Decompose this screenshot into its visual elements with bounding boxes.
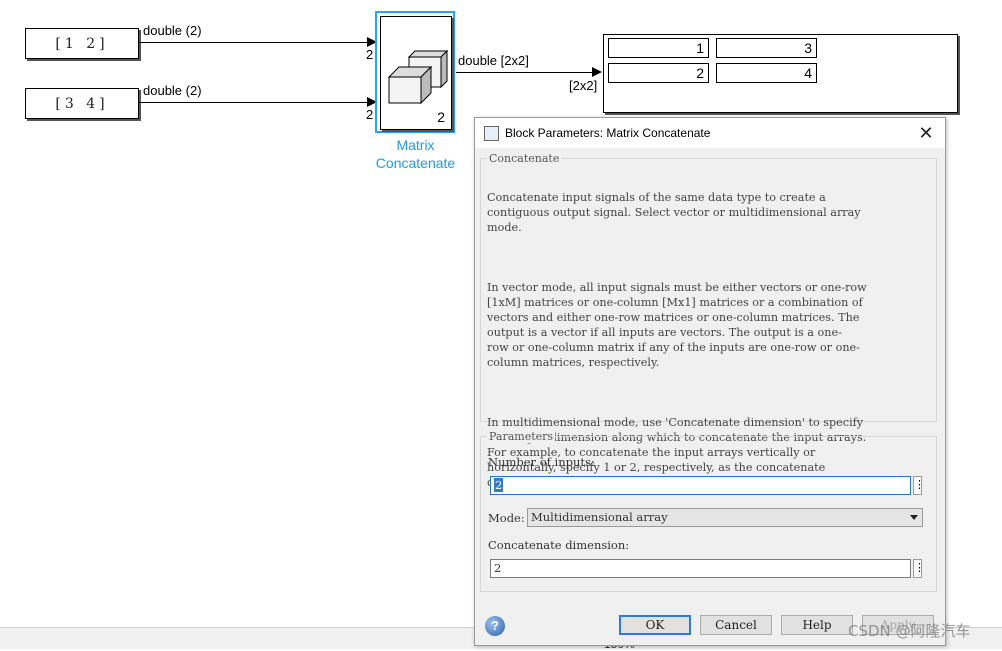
concat-dim-value: 2 <box>494 561 502 575</box>
constant-2-value: [3 4] <box>55 95 109 112</box>
concat-dim-field[interactable]: 2 <box>490 559 911 578</box>
block-name-line-1: Matrix <box>396 137 435 153</box>
concat-dim-label: Concatenate dimension: <box>488 538 630 552</box>
block-name-line-2: Concatenate <box>375 155 456 171</box>
output-signal-arrow <box>592 67 602 77</box>
simulink-block-icon <box>484 126 499 141</box>
display-cell: 4 <box>716 63 817 83</box>
mode-value: Multidimensional array <box>531 510 668 524</box>
output-signal-line[interactable] <box>456 72 593 73</box>
dialog-titlebar[interactable]: Block Parameters: Matrix Concatenate ✕ <box>475 118 945 148</box>
constant-1-value: [1 2] <box>55 35 109 52</box>
matrix-concatenate-port-count: 2 <box>437 109 445 125</box>
display-cell: 2 <box>608 63 709 83</box>
signal-1-label: double (2) <box>143 23 202 38</box>
description-group-title: Concatenate <box>487 152 562 165</box>
parameters-group-title: Parameters <box>487 430 556 443</box>
output-signal-label: double [2x2] <box>458 53 529 68</box>
matrix-concatenate-body: 2 <box>380 16 452 130</box>
port-1-dim: 2 <box>366 47 374 62</box>
help-button[interactable]: Help <box>781 615 853 635</box>
matrix-concatenate-block[interactable]: 2 <box>375 11 455 133</box>
signal-line-2[interactable] <box>138 102 368 103</box>
display-cell: 1 <box>608 38 709 58</box>
num-inputs-label: Number of inputs: <box>488 455 595 469</box>
output-dim-label: [2x2] <box>569 78 598 93</box>
cancel-button[interactable]: Cancel <box>700 615 772 635</box>
matrix-concatenate-name[interactable]: Matrix Concatenate <box>358 136 473 172</box>
description-paragraph: In vector mode, all input signals must b… <box>487 281 867 369</box>
num-inputs-value: 2 <box>494 478 504 492</box>
chevron-down-icon <box>910 515 918 520</box>
display-block[interactable]: 1 3 2 4 <box>603 34 958 113</box>
num-inputs-options-button[interactable]: ⋮ <box>913 476 925 495</box>
constant-block-1[interactable]: [1 2] <box>25 28 139 59</box>
display-cell: 3 <box>716 38 817 58</box>
mode-label: Mode: <box>488 511 525 525</box>
description-paragraph: Concatenate input signals of the same da… <box>487 191 861 234</box>
mode-select[interactable]: Multidimensional array <box>527 508 923 527</box>
help-icon[interactable]: ? <box>485 616 505 636</box>
watermark: CSDN @阿隆汽车 <box>848 622 971 640</box>
signal-line-1[interactable] <box>138 42 368 43</box>
concatenate-cubes-icon <box>387 49 449 105</box>
concat-dim-options-button[interactable]: ⋮ <box>913 559 925 578</box>
close-icon[interactable]: ✕ <box>915 122 937 144</box>
dialog-title: Block Parameters: Matrix Concatenate <box>505 126 711 140</box>
port-2-dim: 2 <box>366 107 374 122</box>
constant-block-2[interactable]: [3 4] <box>25 88 139 119</box>
signal-2-label: double (2) <box>143 83 202 98</box>
num-inputs-field[interactable]: 2 <box>490 476 911 495</box>
block-parameters-dialog: Block Parameters: Matrix Concatenate ✕ C… <box>474 117 946 646</box>
ok-button[interactable]: OK <box>619 615 691 635</box>
